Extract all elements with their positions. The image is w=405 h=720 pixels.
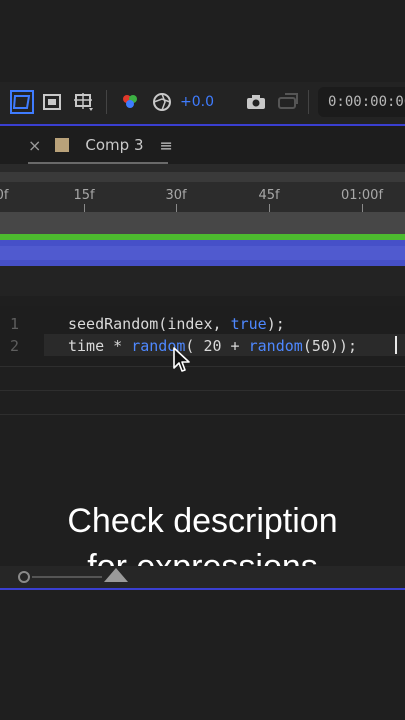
snapshot-camera-icon[interactable] (244, 90, 268, 114)
ruler-label: 30f (165, 188, 187, 203)
zoom-in-icon[interactable] (104, 568, 128, 582)
track-divider (0, 414, 405, 415)
safe-margins-icon[interactable] (40, 90, 64, 114)
zoom-slider-track[interactable] (32, 576, 102, 578)
time-navigator-bar[interactable] (0, 172, 405, 182)
toolbar-divider (308, 90, 309, 114)
mask-path-icon[interactable] (10, 90, 34, 114)
color-channels-icon[interactable] (118, 90, 142, 114)
code-token: seedRandom(index, (68, 315, 231, 333)
ruler-label: 01:00f (340, 188, 384, 203)
current-time-field[interactable]: 0:00:00:00 (318, 87, 405, 117)
ruler-tick (362, 204, 363, 212)
layer-bar-highlight (0, 246, 405, 260)
ruler-label: 0f (0, 188, 9, 203)
zoom-slider-knob[interactable] (18, 571, 30, 583)
code-token: time * (68, 337, 132, 355)
code-token: (50)); (302, 337, 357, 355)
ruler-tick (269, 204, 270, 212)
show-snapshot-icon[interactable] (276, 90, 300, 114)
tab-menu-icon[interactable]: ≡ (160, 136, 173, 155)
timeline-tab-bar: × Comp 3 ≡ (0, 126, 405, 164)
line-number: 2 (10, 337, 20, 355)
code-keyword: random (248, 337, 303, 355)
code-line-2[interactable]: time * random( 20 + random(50)); (68, 337, 357, 355)
code-token: ); (266, 315, 285, 333)
ruler-tick (176, 204, 177, 212)
exposure-icon[interactable] (150, 90, 174, 114)
code-token: ( 20 + (185, 337, 249, 355)
work-area-bar[interactable] (0, 212, 405, 234)
empty-track (0, 266, 405, 296)
ruler-label: 45f (258, 188, 280, 203)
tab-comp-3[interactable]: × Comp 3 ≡ (28, 126, 173, 164)
ruler-label: 15f (73, 188, 95, 203)
toolbar-divider (106, 90, 107, 114)
track-divider (0, 366, 405, 367)
panel-focus-border (0, 588, 405, 590)
caption-line: Check description (67, 502, 338, 540)
mouse-pointer-icon (173, 347, 190, 372)
composition-icon (55, 138, 70, 152)
track-divider (0, 390, 405, 391)
timeline-footer (0, 566, 405, 588)
code-keyword: true (230, 315, 267, 333)
tab-title: Comp 3 (85, 136, 144, 154)
ruler-spacer (0, 164, 405, 172)
region-of-interest-icon[interactable] (72, 90, 96, 114)
exposure-value[interactable]: +0.0 (180, 94, 214, 110)
toolbar: +0.0 0:00:00:00 (0, 82, 405, 124)
text-caret (395, 336, 397, 354)
ruler-tick (84, 204, 85, 212)
time-ruler[interactable]: 0f 15f 30f 45f 01:00f (0, 182, 405, 212)
line-number: 1 (10, 315, 20, 333)
code-line-1[interactable]: seedRandom(index, true); (68, 315, 285, 333)
close-tab-icon[interactable]: × (28, 136, 41, 155)
